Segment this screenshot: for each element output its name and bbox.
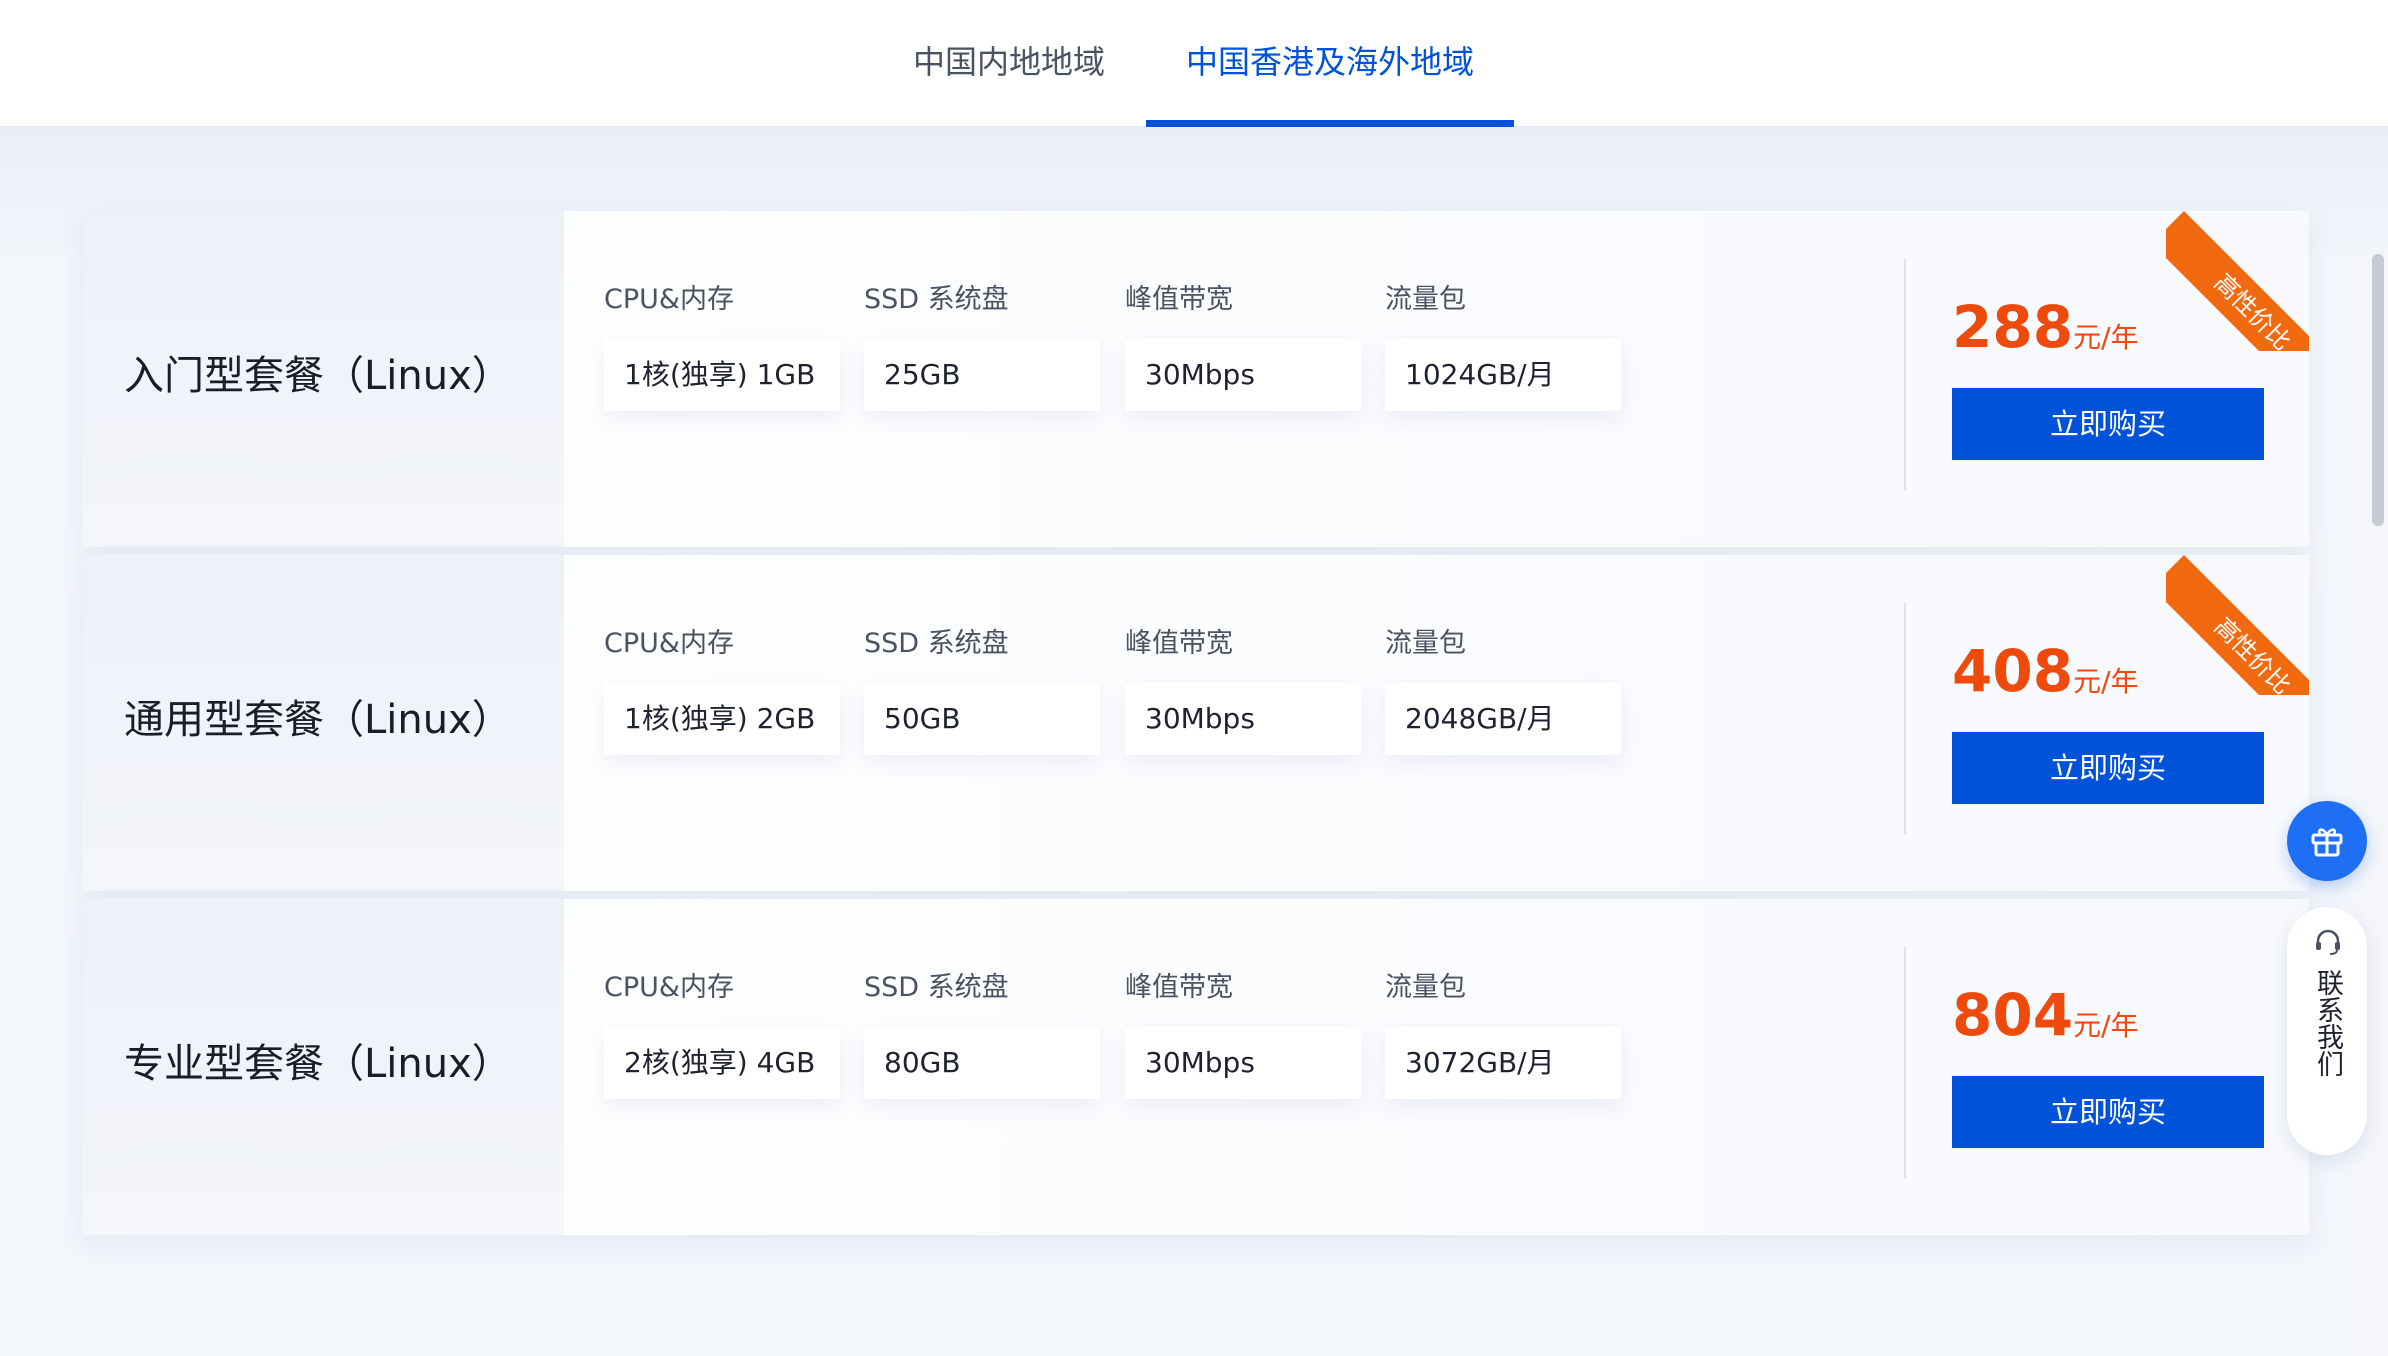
contact-us-button[interactable]: 联系我们 [2287, 907, 2367, 1155]
spec-value-bandwidth: 30Mbps [1125, 339, 1361, 411]
value-ribbon: 高性价比 [2166, 555, 2309, 695]
spec-value-traffic: 1024GB/月 [1385, 339, 1621, 411]
price-amount: 408 [1952, 637, 2074, 705]
spec-label-cpu: CPU&内存 [604, 284, 734, 315]
price: 804元/年 [1952, 981, 2139, 1049]
spec-value-bandwidth: 30Mbps [1125, 1027, 1361, 1099]
spec-label-traffic: 流量包 [1385, 628, 1466, 659]
tab-label: 中国香港及海外地域 [1185, 43, 1474, 81]
package-name: 通用型套餐（Linux） [124, 697, 512, 743]
gift-icon [2311, 828, 2343, 857]
value-ribbon: 高性价比 [2166, 211, 2309, 351]
tab-hongkong-overseas[interactable]: 中国香港及海外地域 [1146, 0, 1514, 127]
spec-value-cpu: 2核(独享) 4GB [604, 1027, 840, 1099]
spec-label-cpu: CPU&内存 [604, 628, 734, 659]
package-name-cell: 入门型套餐（Linux） [83, 211, 564, 547]
scrollbar[interactable] [2364, 254, 2388, 1356]
package-list: 入门型套餐（Linux） CPU&内存 SSD 系统盘 峰值带宽 流量包 1核(… [0, 127, 2388, 1356]
spec-label-bandwidth: 峰值带宽 [1125, 628, 1233, 659]
divider [1904, 947, 1906, 1179]
scrollbar-thumb[interactable] [2372, 254, 2384, 526]
contact-us-label: 联系我们 [2312, 969, 2343, 1077]
spec-value-ssd: 50GB [864, 683, 1100, 755]
spec-label-traffic: 流量包 [1385, 972, 1466, 1003]
package-name-cell: 专业型套餐（Linux） [83, 899, 564, 1235]
buy-now-button[interactable]: 立即购买 [1952, 388, 2264, 460]
package-row-professional: 专业型套餐（Linux） CPU&内存 SSD 系统盘 峰值带宽 流量包 2核(… [83, 899, 2309, 1235]
package-name-cell: 通用型套餐（Linux） [83, 555, 564, 891]
headset-icon [2316, 929, 2340, 955]
package-row-starter: 入门型套餐（Linux） CPU&内存 SSD 系统盘 峰值带宽 流量包 1核(… [83, 211, 2309, 547]
ribbon-label: 高性价比 [2166, 555, 2309, 695]
ribbon-label: 高性价比 [2166, 211, 2309, 351]
spec-label-bandwidth: 峰值带宽 [1125, 284, 1233, 315]
buy-now-button[interactable]: 立即购买 [1952, 1076, 2264, 1148]
divider [1904, 259, 1906, 491]
price: 288元/年 [1952, 293, 2139, 361]
price-unit: 元/年 [2073, 665, 2139, 698]
spec-label-ssd: SSD 系统盘 [864, 628, 1009, 659]
active-tab-indicator [1146, 120, 1514, 127]
spec-value-bandwidth: 30Mbps [1125, 683, 1361, 755]
spec-label-cpu: CPU&内存 [604, 972, 734, 1003]
package-name: 入门型套餐（Linux） [124, 353, 512, 399]
divider [1904, 603, 1906, 835]
price-amount: 288 [1952, 293, 2074, 361]
spec-label-traffic: 流量包 [1385, 284, 1466, 315]
spec-value-cpu: 1核(独享) 2GB [604, 683, 840, 755]
spec-value-traffic: 3072GB/月 [1385, 1027, 1621, 1099]
spec-label-bandwidth: 峰值带宽 [1125, 972, 1233, 1003]
spec-label-ssd: SSD 系统盘 [864, 284, 1009, 315]
price-amount: 804 [1952, 981, 2074, 1049]
price-unit: 元/年 [2073, 321, 2139, 354]
price-unit: 元/年 [2073, 1009, 2139, 1042]
tab-mainland[interactable]: 中国内地地域 [880, 0, 1138, 127]
tab-label: 中国内地地域 [912, 43, 1105, 81]
gift-button[interactable] [2287, 801, 2367, 881]
spec-label-ssd: SSD 系统盘 [864, 972, 1009, 1003]
spec-value-ssd: 25GB [864, 339, 1100, 411]
buy-now-button[interactable]: 立即购买 [1952, 732, 2264, 804]
spec-value-traffic: 2048GB/月 [1385, 683, 1621, 755]
package-name: 专业型套餐（Linux） [124, 1041, 512, 1087]
spec-value-cpu: 1核(独享) 1GB [604, 339, 840, 411]
region-tab-bar: 中国内地地域 中国香港及海外地域 [0, 0, 2388, 127]
spec-value-ssd: 80GB [864, 1027, 1100, 1099]
price: 408元/年 [1952, 637, 2139, 705]
package-row-general: 通用型套餐（Linux） CPU&内存 SSD 系统盘 峰值带宽 流量包 1核(… [83, 555, 2309, 891]
